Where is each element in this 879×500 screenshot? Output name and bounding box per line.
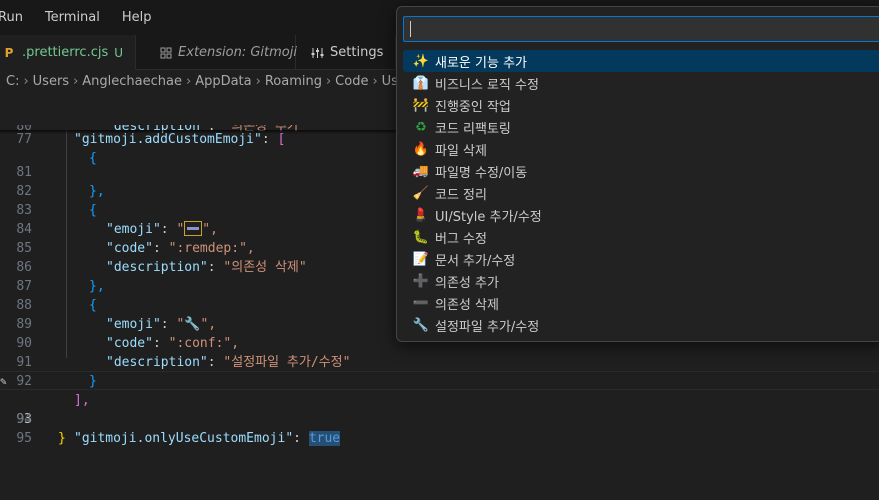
chevron-right-icon: › bbox=[325, 73, 332, 89]
quick-pick: ✨ 새로운 기능 추가 👔 비즈니스 로직 수정 🚧 진행중인 작업 ♻ 코드 … bbox=[396, 6, 879, 342]
code-line[interactable]: 94 } bbox=[0, 391, 879, 446]
item-label: 설정파일 추가/수정 bbox=[435, 319, 540, 335]
quick-pick-item[interactable]: 🧹 코드 정리 bbox=[403, 182, 879, 204]
quick-pick-item[interactable]: 🐛 버그 수정 bbox=[403, 226, 879, 248]
chevron-right-icon: › bbox=[73, 73, 79, 89]
breadcrumb-item[interactable]: Roaming bbox=[265, 74, 322, 89]
bracket: } bbox=[58, 431, 66, 446]
item-label: 새로운 기능 추가 bbox=[435, 55, 527, 71]
lipstick-icon: 💄 bbox=[412, 207, 430, 223]
code-line[interactable]: 95 bbox=[0, 410, 879, 446]
minus-icon: ➖ bbox=[412, 295, 430, 311]
necktie-icon: 👔 bbox=[412, 75, 430, 91]
code-line[interactable]: 92 ], bbox=[0, 353, 879, 408]
item-label: 버그 수정 bbox=[435, 231, 487, 247]
menu-run[interactable]: Run bbox=[0, 10, 33, 25]
code-line[interactable]: ✎ 93 "gitmoji.onlyUseCustomEmoji": true bbox=[0, 372, 879, 446]
breadcrumb-item[interactable]: Code bbox=[335, 74, 368, 89]
quick-pick-item[interactable]: ✨ 새로운 기능 추가 bbox=[403, 50, 879, 72]
tab-prettierrc[interactable]: P .prettierrc.cjs U bbox=[0, 35, 137, 70]
quick-pick-list: ✨ 새로운 기능 추가 👔 비즈니스 로직 수정 🚧 진행중인 작업 ♻ 코드 … bbox=[403, 50, 879, 336]
settings-sliders-icon bbox=[310, 46, 324, 60]
quick-pick-item[interactable]: 📝 문서 추가/수정 bbox=[403, 248, 879, 270]
chevron-right-icon: › bbox=[185, 73, 192, 89]
breadcrumb-item[interactable]: Anglechaechae bbox=[82, 74, 182, 89]
wrench-icon: 🔧 bbox=[412, 317, 430, 333]
tab-extension-gitmoji[interactable]: Extension: Gitmoji bbox=[136, 35, 297, 70]
item-label: 진행중인 작업 bbox=[435, 99, 511, 115]
item-label: 의존성 삭제 bbox=[435, 297, 499, 313]
broom-icon: 🧹 bbox=[412, 185, 430, 201]
text-caret bbox=[410, 21, 411, 37]
memo-icon: 📝 bbox=[412, 251, 430, 267]
menu-terminal[interactable]: Terminal bbox=[31, 10, 110, 25]
quick-pick-input[interactable] bbox=[403, 16, 879, 42]
quick-pick-item[interactable]: 👔 비즈니스 로직 수정 bbox=[403, 72, 879, 94]
breadcrumb-item[interactable]: C: bbox=[6, 74, 19, 89]
colon: : bbox=[293, 431, 309, 446]
quick-pick-item[interactable]: ♻ 코드 리팩토링 bbox=[403, 116, 879, 138]
quick-pick-item[interactable]: ➕ 의존성 추가 bbox=[403, 270, 879, 292]
extension-icon bbox=[160, 46, 172, 60]
pencil-icon: ✎ bbox=[0, 375, 7, 388]
tab-label: Settings bbox=[330, 45, 384, 60]
fire-icon: 🔥 bbox=[412, 141, 430, 157]
tab-label: .prettierrc.cjs bbox=[22, 45, 109, 60]
construction-icon: 🚧 bbox=[412, 97, 430, 113]
quick-pick-item[interactable]: 💄 UI/Style 추가/수정 bbox=[403, 204, 879, 226]
line-number: 95 bbox=[16, 431, 32, 446]
bug-icon: 🐛 bbox=[412, 229, 430, 245]
tab-label: Extension: Gitmoji bbox=[178, 45, 297, 60]
item-label: 비즈니스 로직 수정 bbox=[435, 77, 539, 93]
quick-pick-item[interactable]: 🚚 파일명 수정/이동 bbox=[403, 160, 879, 182]
json-key: "gitmoji.onlyUseCustomEmoji" bbox=[74, 431, 294, 446]
json-boolean: true bbox=[308, 431, 341, 446]
quick-pick-item[interactable]: 🚧 진행중인 작업 bbox=[403, 94, 879, 116]
item-label: 의존성 추가 bbox=[435, 275, 499, 291]
untracked-badge: U bbox=[114, 45, 124, 60]
chevron-right-icon: › bbox=[255, 73, 261, 89]
item-label: 파일명 수정/이동 bbox=[435, 165, 528, 181]
item-label: 파일 삭제 bbox=[435, 143, 487, 159]
chevron-right-icon: › bbox=[372, 73, 378, 89]
item-label: 코드 정리 bbox=[435, 187, 487, 203]
item-label: 코드 리팩토링 bbox=[435, 121, 511, 137]
quick-pick-item[interactable]: 🔥 파일 삭제 bbox=[403, 138, 879, 160]
quick-pick-item[interactable]: 🔧 설정파일 추가/수정 bbox=[403, 314, 879, 336]
plus-icon: ➕ bbox=[412, 273, 430, 289]
sparkles-icon: ✨ bbox=[412, 53, 430, 69]
prettier-file-icon: P bbox=[4, 45, 14, 60]
tab-settings[interactable]: Settings bbox=[296, 35, 397, 70]
breadcrumb-item[interactable]: Users bbox=[33, 74, 69, 89]
recycle-icon: ♻ bbox=[415, 119, 427, 135]
truck-icon: 🚚 bbox=[412, 163, 430, 179]
menu-help[interactable]: Help bbox=[108, 10, 162, 25]
item-label: UI/Style 추가/수정 bbox=[435, 209, 542, 225]
breadcrumb-item[interactable]: AppData bbox=[195, 74, 251, 89]
item-label: 문서 추가/수정 bbox=[435, 253, 516, 269]
chevron-right-icon: › bbox=[23, 73, 29, 89]
quick-pick-item[interactable]: ➖ 의존성 삭제 bbox=[403, 292, 879, 314]
